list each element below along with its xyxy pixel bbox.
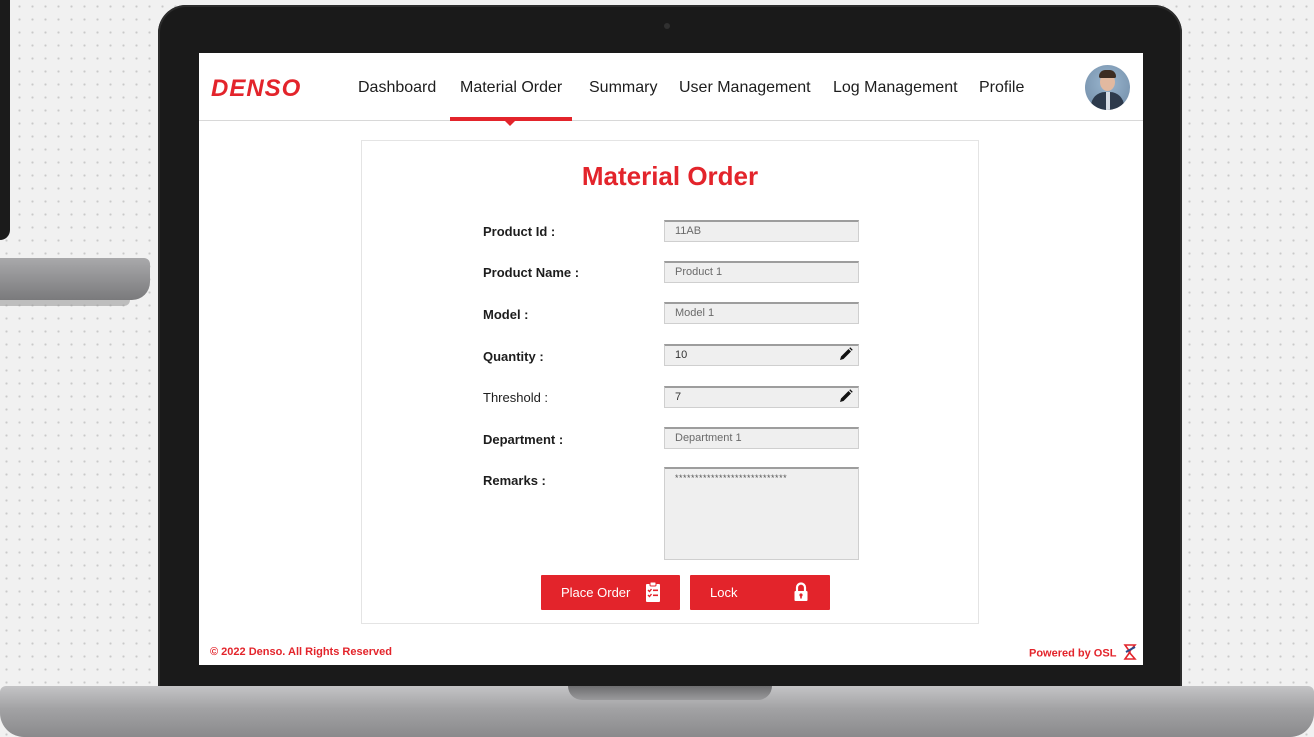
laptop-base [0, 686, 1314, 737]
product-id-field[interactable]: 11AB [664, 220, 859, 242]
user-avatar[interactable] [1085, 65, 1130, 110]
nav-item-user-management[interactable]: User Management [679, 79, 811, 97]
model-value: Model 1 [675, 307, 715, 319]
background-laptop-base [0, 258, 150, 300]
page-title: Material Order [581, 161, 759, 191]
remarks-label: Remarks : [483, 473, 546, 488]
product-id-value: 11AB [675, 225, 702, 237]
nav-item-profile[interactable]: Profile [979, 79, 1024, 97]
remarks-textarea[interactable]: **************************** [664, 467, 859, 560]
threshold-field[interactable]: 7 [664, 386, 859, 408]
product-name-field[interactable]: Product 1 [664, 261, 859, 283]
lock-label: Lock [710, 585, 738, 600]
pencil-icon[interactable] [839, 347, 853, 365]
department-label: Department : [483, 432, 564, 447]
osl-logo-icon [1123, 644, 1138, 663]
pencil-icon[interactable] [839, 389, 853, 407]
threshold-value: 7 [675, 391, 682, 403]
product-name-label: Product Name : [483, 265, 580, 280]
avatar-tie [1106, 92, 1110, 110]
copyright-text: © 2022 Denso. All Rights Reserved [210, 646, 392, 658]
material-order-card: Material Order Product Id : 11AB Product… [361, 140, 979, 624]
nav-item-material-order[interactable]: Material Order [460, 79, 562, 97]
department-value: Department 1 [675, 432, 742, 444]
department-field[interactable]: Department 1 [664, 427, 859, 449]
background-laptop-screen [0, 0, 10, 240]
nav-item-log-management[interactable]: Log Management [833, 79, 958, 97]
laptop-camera [664, 23, 670, 29]
place-order-label: Place Order [561, 585, 631, 600]
nav-item-dashboard[interactable]: Dashboard [358, 79, 436, 97]
powered-by-text: Powered by OSL [1029, 647, 1117, 660]
app-screen: DENSO Dashboard Material Order Summary U… [199, 53, 1143, 665]
top-navbar: DENSO Dashboard Material Order Summary U… [199, 53, 1143, 126]
lock-button[interactable]: Lock [690, 575, 830, 610]
nav-item-summary[interactable]: Summary [589, 79, 657, 97]
laptop-base-notch [568, 686, 772, 700]
product-id-label: Product Id : [483, 224, 556, 239]
padlock-icon [793, 581, 809, 606]
active-tab-caret [504, 120, 516, 126]
quantity-field[interactable]: 10 [664, 344, 859, 366]
background-laptop-shadow [0, 300, 130, 306]
place-order-button[interactable]: Place Order [541, 575, 680, 610]
product-name-value: Product 1 [675, 266, 723, 278]
clipboard-checklist-icon [645, 581, 661, 606]
quantity-value: 10 [675, 349, 688, 361]
denso-logo[interactable]: DENSO [211, 75, 301, 103]
model-label: Model : [483, 307, 529, 322]
threshold-label: Threshold : [483, 390, 549, 405]
quantity-label: Quantity : [483, 349, 544, 364]
avatar-hair [1099, 70, 1116, 78]
model-field[interactable]: Model 1 [664, 302, 859, 324]
powered-by: Powered by OSL [1029, 644, 1138, 663]
